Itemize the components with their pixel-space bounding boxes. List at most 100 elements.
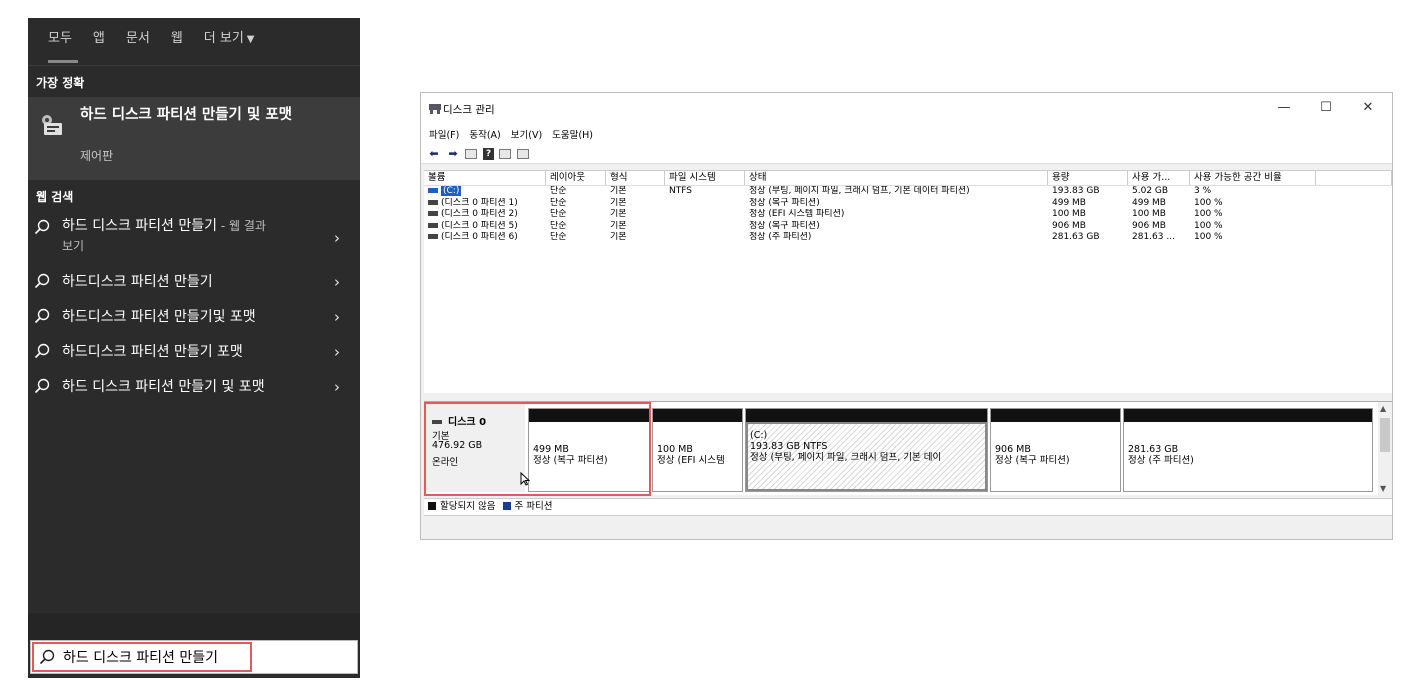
- volume-list: 볼륨 레이아웃 형식 파일 시스템 상태 용량 사용 가... 사용 가능한 공…: [424, 170, 1392, 393]
- panel-footer: [28, 613, 360, 641]
- partition-block[interactable]: 499 MB 정상 (복구 파티션): [528, 408, 650, 492]
- disk-management-icon: [42, 115, 62, 135]
- cell-percent-free: 100 %: [1194, 197, 1223, 208]
- chevron-right-icon[interactable]: ›: [334, 308, 340, 326]
- column-header-volume[interactable]: 볼륨: [424, 171, 546, 185]
- web-result-text: 하드디스크 파티션 만들기및 포맷: [62, 308, 256, 325]
- chevron-down-icon: ▼: [246, 34, 255, 45]
- column-header-percent-free[interactable]: 사용 가능한 공간 비율: [1190, 171, 1316, 185]
- cell-type: 기본: [610, 209, 627, 219]
- disk-info-panel[interactable]: 디스크 0 기본 476.92 GB 온라인: [426, 404, 525, 492]
- partition-block-selected[interactable]: (C:) 193.83 GB NTFS 정상 (부팅, 페이지 파일, 크래시 …: [745, 408, 988, 492]
- disk-state: 온라인: [432, 457, 459, 468]
- partition-color-bar: [746, 409, 987, 422]
- partition-block[interactable]: 906 MB 정상 (복구 파티션): [990, 408, 1121, 492]
- partition-status: 정상 (부팅, 페이지 파일, 크래시 덤프, 기본 데이: [750, 452, 942, 463]
- web-result-second-line: 보기: [62, 239, 85, 253]
- column-header-free-space[interactable]: 사용 가...: [1128, 171, 1190, 185]
- table-row[interactable]: (디스크 0 파티션 1) 단순 기본 정상 (복구 파티션) 499 MB 4…: [424, 198, 1392, 210]
- cell-status: 정상 (주 파티션): [749, 232, 812, 242]
- chevron-right-icon[interactable]: ›: [334, 343, 340, 361]
- web-result-item[interactable]: 하드 디스크 파티션 만들기 - 웹 결과 보기 ›: [28, 211, 360, 264]
- cell-capacity: 499 MB: [1052, 197, 1086, 208]
- cell-capacity: 281.63 GB: [1052, 232, 1100, 242]
- table-row[interactable]: (디스크 0 파티션 5) 단순 기본 정상 (복구 파티션) 906 MB 9…: [424, 221, 1392, 233]
- help-icon[interactable]: ?: [483, 147, 494, 160]
- table-row[interactable]: (디스크 0 파티션 6) 단순 기본 정상 (주 파티션) 281.63 GB…: [424, 232, 1392, 244]
- legend-bar: 할당되지 않음 주 파티션: [424, 498, 1392, 516]
- start-search-panel: 모두 앱 문서 웹 더 보기 ▼ 가장 정확 하드 디스크 파티션 만들기 및 포…: [28, 18, 360, 678]
- partition-block[interactable]: 281.63 GB 정상 (주 파티션): [1123, 408, 1373, 492]
- cell-status: 정상 (부팅, 페이지 파일, 크래시 덤프, 기본 데이터 파티션): [749, 186, 970, 196]
- web-result-text: 하드 디스크 파티션 만들기: [62, 218, 218, 234]
- tab-documents[interactable]: 문서: [126, 18, 150, 65]
- disk-management-window: 디스크 관리 — ☐ ✕ 파일(F) 동작(A) 보기(V) 도움말(H) ⬅ …: [420, 92, 1393, 540]
- web-result-item[interactable]: 하드디스크 파티션 만들기 ›: [28, 264, 360, 299]
- scrollbar-thumb[interactable]: [1380, 418, 1390, 452]
- scroll-up-arrow-icon[interactable]: ▲: [1380, 404, 1386, 413]
- column-header-status[interactable]: 상태: [745, 171, 1048, 185]
- volume-icon: [428, 234, 438, 239]
- search-input[interactable]: [63, 646, 273, 668]
- web-result-item[interactable]: 하드 디스크 파티션 만들기 및 포맷 ›: [28, 369, 360, 404]
- table-row[interactable]: (디스크 0 파티션 2) 단순 기본 정상 (EFI 시스템 파티션) 100…: [424, 209, 1392, 221]
- partition-status: 정상 (복구 파티션): [995, 455, 1070, 466]
- table-row[interactable]: (C:) 단순 기본 NTFS 정상 (부팅, 페이지 파일, 크래시 덤프, …: [424, 186, 1392, 198]
- volume-icon: [428, 188, 438, 193]
- menu-help[interactable]: 도움말(H): [552, 127, 593, 141]
- chevron-right-icon[interactable]: ›: [334, 378, 340, 396]
- details-view-icon[interactable]: [499, 148, 511, 159]
- search-box[interactable]: [30, 640, 358, 674]
- legend-swatch-primary: [502, 502, 511, 510]
- tab-all[interactable]: 모두: [48, 18, 78, 65]
- chevron-right-icon[interactable]: ›: [334, 273, 340, 291]
- cell-layout: 단순: [550, 232, 567, 242]
- best-match-item[interactable]: 하드 디스크 파티션 만들기 및 포맷 제어판: [28, 97, 360, 180]
- partition-block[interactable]: 100 MB 정상 (EFI 시스템: [652, 408, 743, 492]
- cell-type: 기본: [610, 197, 627, 208]
- vertical-scrollbar[interactable]: ▲ ▼: [1378, 402, 1392, 496]
- chevron-right-icon[interactable]: ›: [334, 229, 340, 247]
- close-button[interactable]: ✕: [1348, 96, 1388, 122]
- maximize-button[interactable]: ☐: [1306, 96, 1346, 122]
- tab-more[interactable]: 더 보기 ▼: [204, 18, 255, 65]
- column-header-blank[interactable]: [1316, 171, 1392, 185]
- menu-view[interactable]: 보기(V): [511, 127, 542, 141]
- column-header-capacity[interactable]: 용량: [1048, 171, 1128, 185]
- partition-status: 정상 (주 파티션): [1128, 455, 1194, 466]
- cell-filesystem: [665, 209, 745, 221]
- web-result-item[interactable]: 하드디스크 파티션 만들기및 포맷 ›: [28, 299, 360, 334]
- minimize-button[interactable]: —: [1264, 96, 1304, 122]
- title-bar: 디스크 관리 — ☐ ✕: [421, 93, 1392, 124]
- tab-web[interactable]: 웹: [171, 18, 183, 65]
- forward-arrow-icon[interactable]: ➡: [446, 147, 460, 160]
- partition-color-bar: [1124, 409, 1372, 422]
- cell-percent-free: 100 %: [1194, 220, 1223, 231]
- search-scope-tabs: 모두 앱 문서 웹 더 보기 ▼: [28, 18, 360, 65]
- cell-layout: 단순: [550, 209, 567, 219]
- back-arrow-icon[interactable]: ⬅: [427, 147, 441, 160]
- scroll-down-arrow-icon[interactable]: ▼: [1380, 484, 1386, 493]
- menu-action[interactable]: 동작(A): [469, 127, 500, 141]
- cell-percent-free: 100 %: [1194, 232, 1223, 242]
- cell-filesystem: [665, 198, 745, 210]
- legend-primary: 주 파티션: [514, 501, 553, 512]
- partition-status: 정상 (EFI 시스템: [657, 455, 725, 466]
- web-result-item[interactable]: 하드디스크 파티션 만들기 포맷 ›: [28, 334, 360, 369]
- console-icon[interactable]: [517, 148, 529, 159]
- cell-percent-free: 3 %: [1194, 186, 1212, 196]
- partition-size: 906 MB: [995, 444, 1031, 455]
- menu-file[interactable]: 파일(F): [429, 127, 459, 141]
- partition-color-bar: [653, 409, 742, 422]
- search-icon: [34, 219, 50, 235]
- column-header-layout[interactable]: 레이아웃: [546, 171, 606, 185]
- properties-icon[interactable]: [465, 148, 477, 159]
- cell-capacity: 100 MB: [1052, 209, 1086, 219]
- mouse-cursor-icon: [520, 472, 530, 486]
- disk-management-app-icon: [429, 104, 441, 114]
- column-header-type[interactable]: 형식: [606, 171, 665, 185]
- column-header-filesystem[interactable]: 파일 시스템: [665, 171, 745, 185]
- menu-bar: 파일(F) 동작(A) 보기(V) 도움말(H): [421, 124, 1392, 144]
- tab-apps[interactable]: 앱: [93, 18, 105, 65]
- tab-more-label: 더 보기: [203, 31, 244, 46]
